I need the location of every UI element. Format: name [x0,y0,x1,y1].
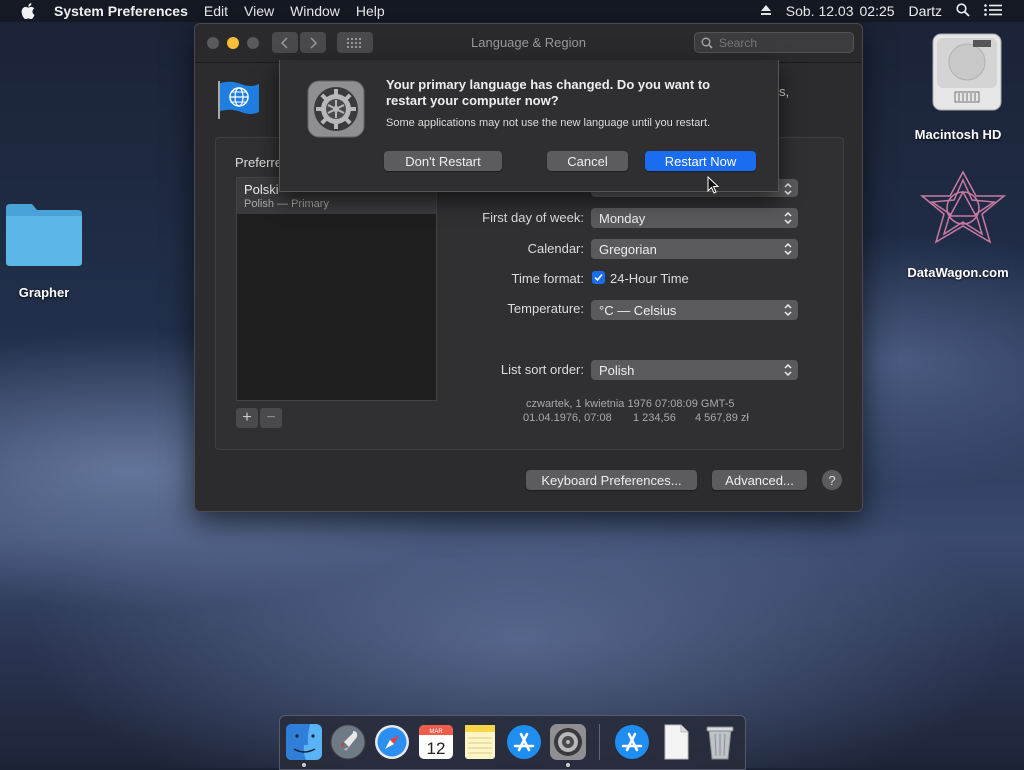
search-placeholder: Search [719,35,758,50]
eject-icon[interactable] [760,3,772,19]
app-store-icon[interactable] [505,723,543,761]
system-preferences-gear-icon [307,80,365,138]
calendar-month: MAR [429,729,443,735]
advanced-button[interactable]: Advanced... [712,470,807,490]
desktop-icon-label: Macintosh HD [914,127,1002,142]
desktop-icon-label: Grapher [18,285,70,300]
language-region-flag-icon [218,81,259,119]
sort-order-label: List sort order: [500,362,584,377]
sort-order-popup[interactable]: Polish [591,360,798,380]
preferred-languages-list[interactable]: Polski Polish — Primary [236,177,437,401]
menu-help[interactable]: Help [356,3,385,19]
menu-date[interactable]: Sob. 12.03 [786,3,854,19]
menu-bar: System Preferences Edit View Window Help… [0,0,1024,22]
menu-view[interactable]: View [244,3,274,19]
datawagon-icon [919,170,1007,244]
calendar-day: 12 [427,739,446,758]
desktop-icon-grapher[interactable]: Grapher [3,200,85,300]
help-button[interactable]: ? [822,470,842,490]
menu-edit[interactable]: Edit [204,3,228,19]
launchpad-icon[interactable] [329,723,367,761]
format-preview-number: 1 234,56 [633,412,676,424]
first-day-value: Monday [599,210,646,226]
add-language-button[interactable]: + [236,408,258,428]
safari-icon[interactable] [373,723,411,761]
chevron-updown-icon [784,363,792,377]
sheet-heading: Your primary language has changed. Do yo… [386,77,711,108]
first-day-label: First day of week: [482,210,584,225]
format-preview-currency: 4 567,89 zł [695,412,749,424]
calendar-popup[interactable]: Gregorian [591,239,798,259]
checkmark-icon [594,273,603,282]
temperature-label: Temperature: [507,301,584,316]
cancel-button[interactable]: Cancel [547,151,628,171]
menu-app-name[interactable]: System Preferences [54,3,188,19]
apple-menu-icon[interactable] [17,0,39,22]
sort-order-value: Polish [599,362,635,378]
chevron-updown-icon [784,242,792,256]
html-document-icon[interactable] [657,723,695,761]
sheet-message: Some applications may not use the new la… [386,117,711,129]
temperature-popup[interactable]: °C — Celsius [591,300,798,320]
time-format-value: 24-Hour Time [610,271,689,286]
desktop-icon-label: DataWagon.com [907,265,1009,280]
chevron-updown-icon [784,303,792,317]
hard-drive-icon [932,33,1001,111]
menu-time[interactable]: 02:25 [860,3,895,19]
finder-icon[interactable] [285,723,323,761]
desktop-icon-datawagon[interactable]: DataWagon.com [903,168,1013,280]
menu-window[interactable]: Window [290,3,340,19]
calendar-value: Gregorian [599,241,657,257]
chevron-updown-icon [784,182,792,196]
dont-restart-button[interactable]: Don't Restart [384,151,502,171]
dock: MAR 12 [279,715,746,770]
time-format-checkbox[interactable] [592,271,605,284]
desktop-icon-macintosh-hd[interactable]: Macintosh HD [903,30,1013,142]
window-titlebar: Language & Region Search [195,24,862,63]
running-indicator [566,763,570,767]
running-indicator [302,763,306,767]
trash-icon[interactable] [701,723,739,761]
search-field[interactable]: Search [694,32,854,53]
search-icon [701,37,713,49]
language-name: Polski [244,182,279,197]
notes-icon[interactable] [461,723,499,761]
header-description-partial: s, [779,84,790,99]
mouse-cursor-icon [707,176,720,194]
preferred-languages-label: Preferre [235,155,282,170]
first-day-popup[interactable]: Monday [591,208,798,228]
format-preview-date: 01.04.1976, 07:08 [523,412,612,424]
notification-center-icon[interactable] [984,3,1002,19]
restart-sheet-dialog: Your primary language has changed. Do yo… [279,60,779,192]
format-preview-line1: czwartek, 1 kwietnia 1976 07:08:09 GMT-5 [526,398,735,410]
language-sub: Polish — Primary [244,198,329,210]
calendar-icon[interactable]: MAR 12 [417,723,455,761]
calendar-label: Calendar: [527,241,584,256]
keyboard-preferences-button[interactable]: Keyboard Preferences... [526,470,697,490]
menu-user[interactable]: Dartz [909,3,942,19]
restart-now-button[interactable]: Restart Now [645,151,756,171]
system-preferences-icon[interactable] [549,723,587,761]
folder-icon [6,204,82,266]
temperature-value: °C — Celsius [599,302,677,318]
remove-language-button[interactable]: − [260,408,282,428]
spotlight-icon[interactable] [956,2,970,20]
chevron-updown-icon [784,211,792,225]
time-format-label: Time format: [511,271,584,286]
app-store-download-icon[interactable] [613,723,651,761]
dock-separator [599,724,600,760]
